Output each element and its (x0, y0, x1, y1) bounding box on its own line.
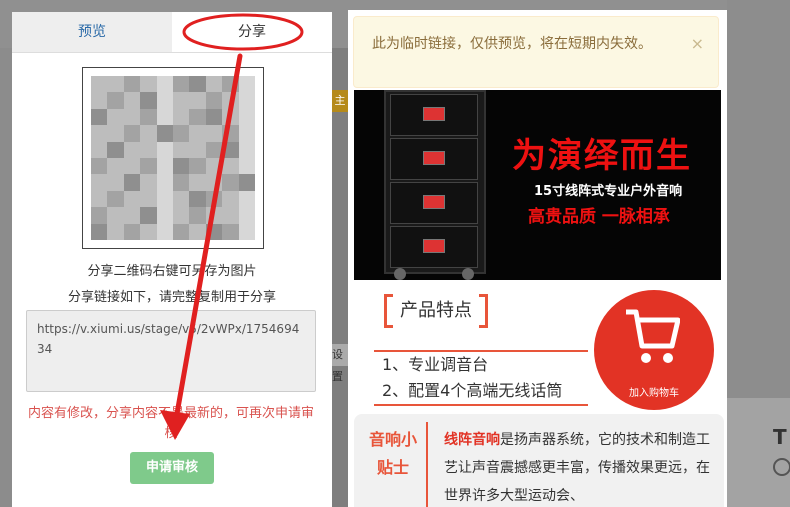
alert-text: 此为临时链接，仅供预览，将在短期内失效。 (372, 36, 652, 52)
gear-icon[interactable] (773, 458, 790, 476)
tab-preview[interactable]: 预览 (12, 12, 172, 52)
tips-keyword: 线阵音响 (444, 432, 500, 448)
close-icon[interactable]: × (691, 33, 704, 55)
mobile-preview: 此为临时链接，仅供预览，将在短期内失效。 × 为演绎而生 15寸线阵式专业户外音… (348, 10, 727, 507)
tips-label: 音响小贴士 (368, 430, 417, 477)
outdated-warning: 内容有修改，分享内容不是最新的，可再次申请审核 (27, 406, 314, 441)
background-tag: 主 (332, 90, 348, 112)
banner-title: 为演绎而生 (512, 136, 692, 176)
add-to-cart-button[interactable]: 加入购物车 (594, 290, 714, 410)
list-item: 2、配置4个高端无线话筒 (382, 381, 563, 400)
share-link-field[interactable]: https://v.xiumi.us/stage/v5/2vWPx/175469… (26, 310, 316, 392)
tips-text: 线阵音响是扬声器系统，它的技术和制造工艺让声音震撼感更丰富，传播效果更远，在世界… (444, 426, 716, 507)
cart-icon (626, 309, 680, 363)
product-banner: 为演绎而生 15寸线阵式专业户外音响 高贵品质 一脉相承 (354, 90, 721, 280)
temporary-link-alert: 此为临时链接，仅供预览，将在短期内失效。 × (353, 16, 719, 88)
share-panel: 预览 分享 分享二维码右键可另存为图片 分享链接如下，请完整复制用于分享 htt… (12, 12, 332, 507)
background-right-panel (727, 398, 790, 507)
background-settings-label: 设置 (332, 344, 348, 383)
panel-tabs: 预览 分享 (12, 12, 332, 53)
tab-share[interactable]: 分享 (172, 12, 332, 52)
banner-tagline: 高贵品质 一脉相承 (528, 207, 670, 227)
banner-subtitle: 15寸线阵式专业户外音响 (534, 184, 683, 199)
list-item: 1、专业调音台 (382, 355, 489, 374)
qr-code-pixelated (91, 76, 255, 240)
background-letter: T (773, 425, 787, 449)
speaker-image (384, 90, 486, 280)
link-hint: 分享链接如下，请完整复制用于分享 (67, 290, 276, 305)
qr-hint: 分享二维码右键可另存为图片 (87, 264, 257, 279)
cart-label: 加入购物车 (629, 388, 679, 399)
background-right: T (727, 0, 790, 507)
qr-code[interactable] (82, 67, 264, 249)
features-list: 1、专业调音台 2、配置4个高端无线话筒 (374, 350, 588, 406)
tips-card: 音响小贴士 线阵音响是扬声器系统，它的技术和制造工艺让声音震撼感更丰富，传播效果… (354, 414, 724, 507)
features-title: 产品特点 (384, 294, 488, 328)
tips-divider (426, 422, 428, 507)
submit-review-button[interactable]: 申请审核 (130, 452, 214, 484)
